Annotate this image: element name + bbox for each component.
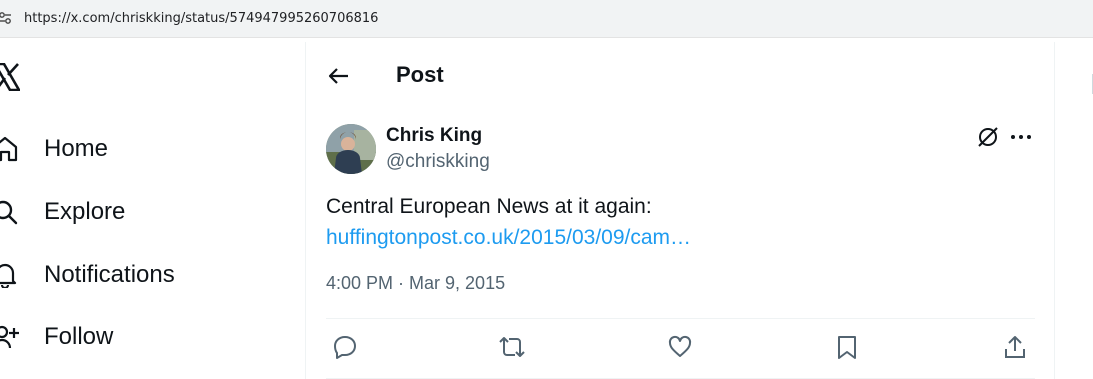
follow-icon [0,324,20,355]
column-divider [305,42,306,379]
post-text: Central European News at it again: [326,195,652,218]
repost-icon[interactable] [498,334,526,365]
home-icon [0,136,18,167]
sidebar-item-label: Home [44,135,109,162]
author-handle[interactable]: @chriskking [386,151,490,173]
back-arrow-icon[interactable] [327,64,351,93]
page-title: Post [396,62,444,87]
x-logo-icon[interactable] [0,62,22,96]
sidebar-item-label: Notifications [44,261,175,288]
author-name[interactable]: Chris King [386,125,482,147]
divider [326,318,1035,319]
more-options-icon[interactable] [1009,127,1033,152]
column-divider [1054,42,1055,379]
sidebar-item-label: Explore [44,198,126,225]
like-icon[interactable] [667,334,693,365]
address-bar[interactable]: https://x.com/chriskking/status/57494799… [0,0,1093,38]
reply-icon[interactable] [332,334,358,365]
bookmark-icon[interactable] [835,334,859,365]
site-settings-icon[interactable] [0,11,12,30]
post-link[interactable]: huffingtonpost.co.uk/2015/03/09/cam… [326,226,691,250]
search-icon [0,199,18,230]
url-text[interactable]: https://x.com/chriskking/status/57494799… [24,11,378,26]
grok-icon[interactable] [976,125,1000,154]
post-timestamp[interactable]: 4:00 PM · Mar 9, 2015 [326,273,505,294]
avatar[interactable] [326,124,376,174]
sidebar-item-label: Follow [44,323,114,350]
bell-icon [0,262,18,293]
sidebar-nav: Home Explore Notifications Follow [0,38,305,379]
share-icon[interactable] [1002,334,1028,365]
